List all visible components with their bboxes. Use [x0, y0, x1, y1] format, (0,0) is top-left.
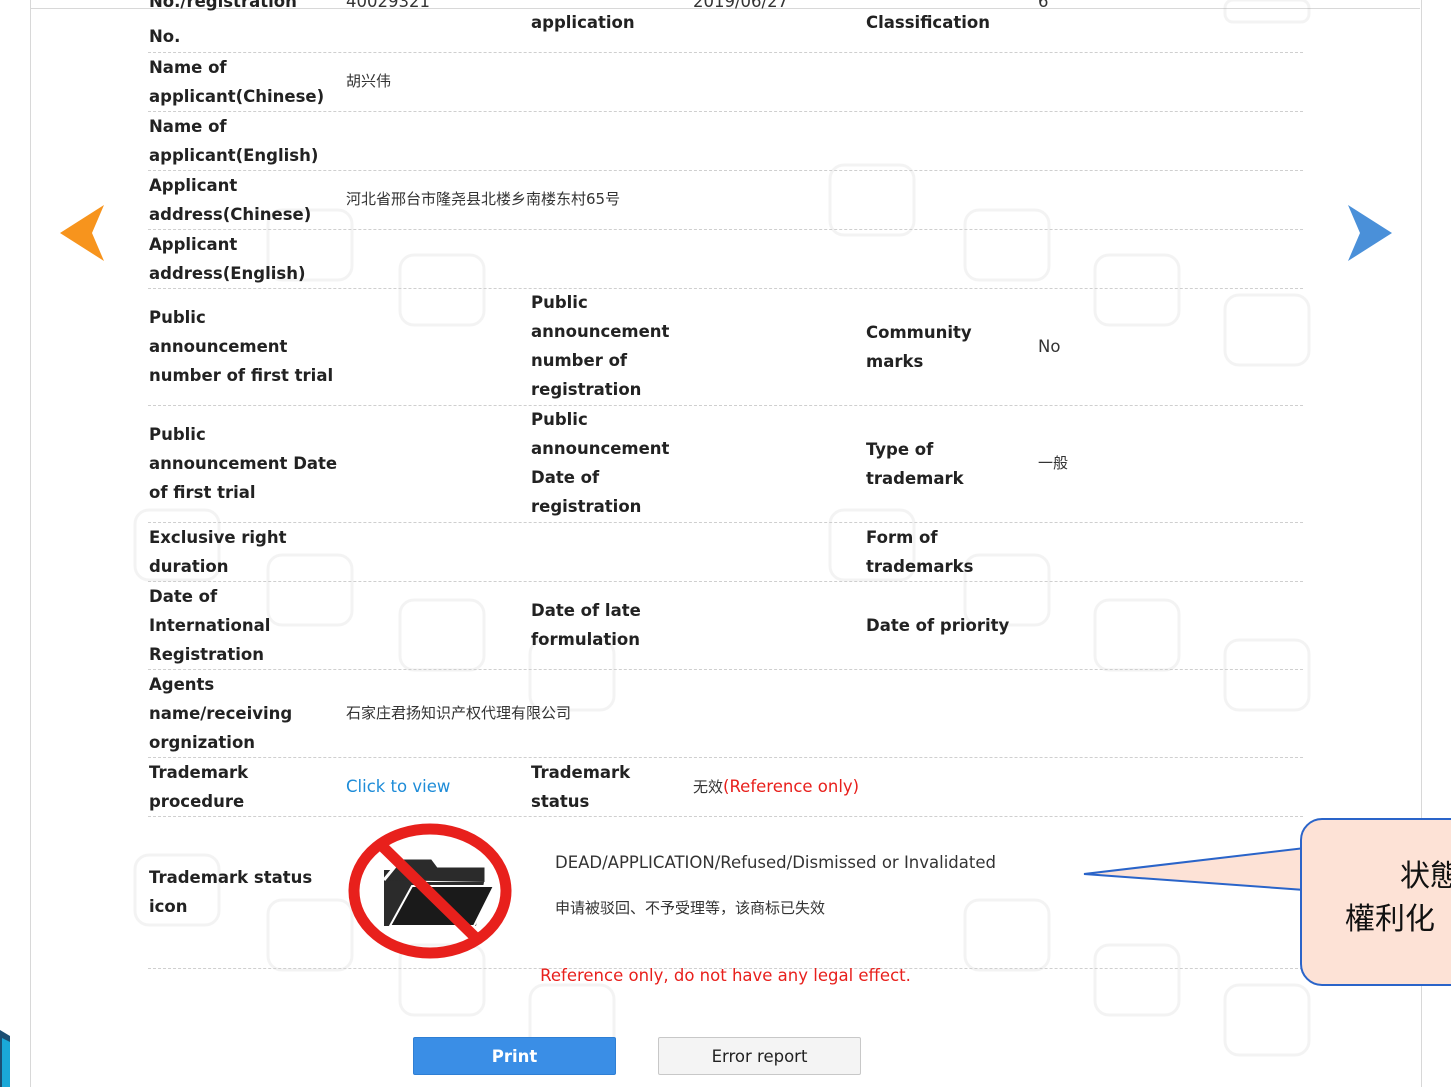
legal-notice: Reference only, do not have any legal ef… — [540, 966, 911, 985]
value-date-of-application: 2019/06/27 — [693, 0, 789, 11]
chevron-right-icon[interactable] — [1346, 203, 1394, 263]
label-applicant-name-en: Name of applicant(English) — [149, 117, 319, 165]
label-trademark-status: Trademark status — [531, 763, 631, 811]
row-announcement-date: Public announcement Date of first trial … — [148, 405, 1303, 523]
status-description-en: DEAD/APPLICATION/Refused/Dismissed or In… — [555, 853, 996, 872]
status-reference-note: (Reference only) — [723, 777, 860, 796]
label-trademark-procedure: Trademark procedure — [149, 763, 249, 811]
label-date-of-application: application — [531, 13, 635, 32]
label-type-of-trademark: Type of trademark — [866, 440, 964, 488]
left-decoration — [0, 1030, 10, 1087]
click-to-view-link[interactable]: Click to view — [346, 772, 450, 801]
callout-pointer — [1083, 846, 1306, 892]
row-applicant-name-cn: Name of applicant(Chinese) 胡兴伟 — [148, 52, 1303, 112]
row-exclusive-right: Exclusive right duration Form of tradema… — [148, 522, 1303, 582]
label-international-registration: Date of International Registration — [149, 587, 271, 664]
value-type-of-trademark: 一般 — [1038, 454, 1069, 472]
value-trademark-status: 无效(Reference only) — [693, 772, 859, 802]
label-address-cn: Applicant address(Chinese) — [149, 176, 312, 224]
row-announcement-number: Public announcement number of first tria… — [148, 288, 1303, 406]
value-applicant-name-cn: 胡兴伟 — [346, 72, 392, 90]
label-trademark-status-icon: Trademark status icon — [149, 868, 313, 916]
row-address-cn: Applicant address(Chinese) 河北省邢台市隆尧县北楼乡南… — [148, 170, 1303, 230]
folder-prohibited-icon — [348, 823, 512, 959]
row-applicant-name-en: Name of applicant(English) — [148, 111, 1303, 171]
label-registration-announcement-number: Public announcement number of registrati… — [531, 293, 670, 399]
label-registration-no-top: No./registration — [149, 0, 297, 11]
label-applicant-name-cn: Name of applicant(Chinese) — [149, 58, 325, 106]
row-agent: Agents name/receiving orgnization 石家庄君扬知… — [148, 669, 1303, 758]
label-registration-no-bottom: No. — [149, 27, 181, 46]
callout-text: 状態 權利化 — [1345, 855, 1451, 941]
label-first-trial-number: Public announcement number of first tria… — [149, 308, 334, 385]
callout-line-2: 權利化 — [1345, 902, 1435, 937]
chevron-left-icon[interactable] — [58, 203, 106, 263]
label-exclusive-right-duration: Exclusive right duration — [149, 528, 287, 576]
label-form-of-trademarks: Form of trademarks — [866, 528, 974, 576]
status-description-cn: 申请被驳回、不予受理等，该商标已失效 — [555, 899, 826, 917]
row-trademark-procedure: Trademark procedure Click to view Tradem… — [148, 757, 1303, 817]
label-address-en: Applicant address(English) — [149, 235, 306, 283]
label-date-of-priority: Date of priority — [866, 616, 1010, 635]
print-button[interactable]: Print — [413, 1037, 616, 1075]
row-registration-no: No./registration No. 40029321 applicatio… — [148, 0, 1303, 53]
label-agent: Agents name/receiving orgnization — [149, 675, 293, 752]
value-community-marks: No — [1038, 337, 1061, 356]
row-address-en: Applicant address(English) — [148, 229, 1303, 289]
label-registration-announcement-date: Public announcement Date of registration — [531, 410, 670, 516]
row-international-registration: Date of International Registration Date … — [148, 581, 1303, 670]
error-report-button[interactable]: Error report — [658, 1037, 861, 1075]
value-address-cn: 河北省邢台市隆尧县北楼乡南楼东村65号 — [346, 190, 621, 208]
label-classification: Classification — [866, 13, 990, 32]
label-first-trial-date: Public announcement Date of first trial — [149, 425, 338, 502]
value-registration-no: 40029321 — [346, 0, 430, 11]
status-cn: 无效 — [693, 778, 724, 796]
value-agent: 石家庄君扬知识产权代理有限公司 — [346, 704, 572, 722]
value-classification: 6 — [1038, 0, 1049, 11]
callout-line-1: 状態 — [1400, 859, 1451, 894]
label-community-marks: Community marks — [866, 323, 972, 371]
label-late-formulation: Date of late formulation — [531, 601, 641, 649]
